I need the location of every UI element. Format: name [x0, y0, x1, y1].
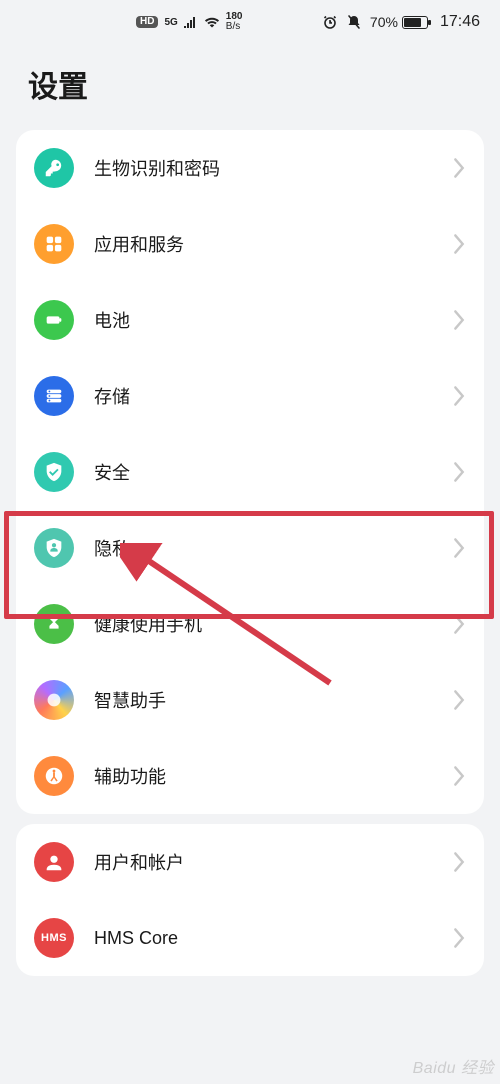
item-label: 电池: [94, 307, 432, 333]
item-label: 健康使用手机: [94, 611, 432, 637]
watermark: Baidu 经验: [413, 1054, 494, 1078]
settings-item-hms-core[interactable]: HMS HMS Core: [16, 900, 484, 976]
chevron-right-icon: [452, 765, 466, 787]
mute-icon: [346, 14, 362, 30]
chevron-right-icon: [452, 461, 466, 483]
signal-icon: [184, 16, 198, 28]
page-title: 设置: [0, 44, 500, 120]
chevron-right-icon: [452, 927, 466, 949]
status-right: 70% 17:46: [322, 13, 480, 31]
settings-group-1: 生物识别和密码 应用和服务 电池 存储 安全 隐私: [16, 130, 484, 814]
item-label: 生物识别和密码: [94, 155, 432, 181]
item-label: 安全: [94, 459, 432, 485]
hms-icon-text: HMS: [41, 932, 67, 944]
chevron-right-icon: [452, 157, 466, 179]
battery-indicator: 70%: [370, 14, 428, 30]
chevron-right-icon: [452, 385, 466, 407]
settings-item-users-accounts[interactable]: 用户和帐户: [16, 824, 484, 900]
settings-group-2: 用户和帐户 HMS HMS Core: [16, 824, 484, 976]
network-type: 5G: [164, 17, 177, 28]
item-label: 应用和服务: [94, 231, 432, 257]
settings-item-accessibility[interactable]: 辅助功能: [16, 738, 484, 814]
settings-item-apps[interactable]: 应用和服务: [16, 206, 484, 282]
status-left: HD 5G 180 B/s: [20, 12, 322, 32]
key-icon: [34, 148, 74, 188]
storage-icon: [34, 376, 74, 416]
hourglass-icon: [34, 604, 74, 644]
alarm-icon: [322, 14, 338, 30]
privacy-icon: [34, 528, 74, 568]
status-bar: HD 5G 180 B/s 70% 17:46: [0, 0, 500, 44]
settings-item-biometrics[interactable]: 生物识别和密码: [16, 130, 484, 206]
chevron-right-icon: [452, 689, 466, 711]
accessibility-icon: [34, 756, 74, 796]
network-speed: 180 B/s: [226, 12, 243, 32]
settings-item-storage[interactable]: 存储: [16, 358, 484, 434]
hms-icon: HMS: [34, 918, 74, 958]
chevron-right-icon: [452, 309, 466, 331]
settings-item-battery[interactable]: 电池: [16, 282, 484, 358]
assistant-icon: [34, 680, 74, 720]
settings-item-privacy[interactable]: 隐私: [16, 510, 484, 586]
chevron-right-icon: [452, 537, 466, 559]
chevron-right-icon: [452, 233, 466, 255]
battery-icon: [34, 300, 74, 340]
settings-item-security[interactable]: 安全: [16, 434, 484, 510]
wifi-icon: [204, 16, 220, 28]
clock: 17:46: [440, 13, 480, 31]
item-label: HMS Core: [94, 928, 432, 949]
battery-icon: [402, 16, 428, 29]
item-label: 辅助功能: [94, 763, 432, 789]
battery-percent: 70%: [370, 14, 398, 30]
user-icon: [34, 842, 74, 882]
hd-badge: HD: [136, 16, 158, 28]
item-label: 智慧助手: [94, 687, 432, 713]
item-label: 隐私: [94, 535, 432, 561]
apps-icon: [34, 224, 74, 264]
settings-item-digital-balance[interactable]: 健康使用手机: [16, 586, 484, 662]
item-label: 存储: [94, 383, 432, 409]
item-label: 用户和帐户: [94, 849, 432, 875]
chevron-right-icon: [452, 851, 466, 873]
settings-item-ai-assistant[interactable]: 智慧助手: [16, 662, 484, 738]
chevron-right-icon: [452, 613, 466, 635]
shield-icon: [34, 452, 74, 492]
